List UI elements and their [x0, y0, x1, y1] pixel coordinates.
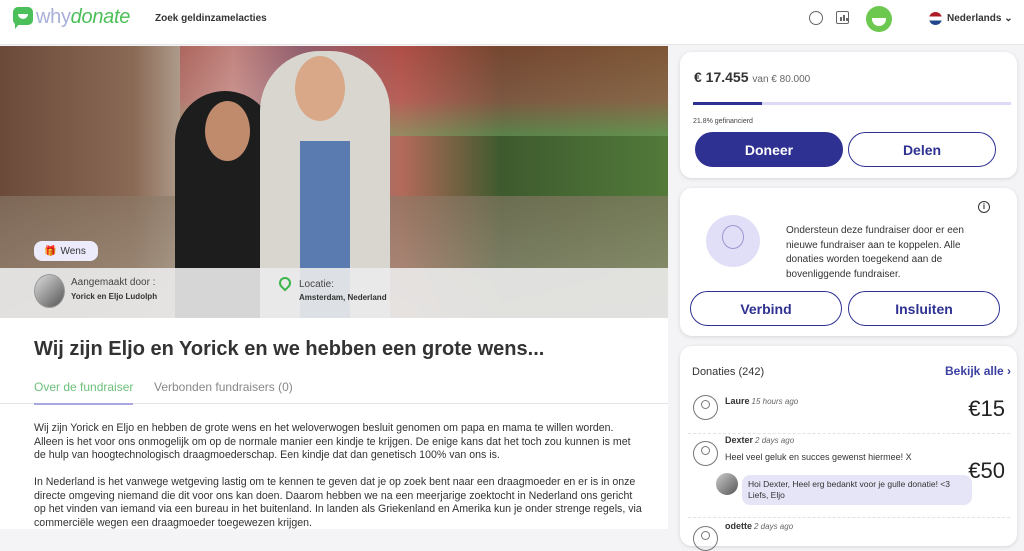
donor-name: Laure 15 hours ago: [725, 396, 799, 406]
flag-nl-icon[interactable]: [929, 12, 942, 25]
donor-name: odette 2 days ago: [725, 521, 794, 531]
amount-raised: € 17.455 van € 80.000: [694, 69, 810, 85]
fundraiser-main: 🎁 Wens Aangemaakt door : Yorick en Eljo L…: [0, 46, 668, 529]
avatar[interactable]: [866, 6, 892, 32]
category-tag: 🎁 Wens: [34, 241, 98, 261]
connect-button[interactable]: Verbind: [690, 291, 842, 326]
donor-name: Dexter 2 days ago: [725, 435, 795, 445]
connect-card: i Ondersteun deze fundraiser door er een…: [680, 188, 1017, 336]
progress-bar: [693, 102, 1011, 105]
raised-value: € 17.455: [694, 69, 749, 85]
connect-description: Ondersteun deze fundraiser door er een n…: [786, 225, 964, 280]
logo-text-why: why: [36, 6, 71, 28]
tabs: Over de fundraiser Verbonden fundraisers…: [0, 376, 668, 405]
location-value: Amsterdam, Nederland: [299, 293, 387, 302]
logo-text-donate: donate: [70, 6, 131, 28]
fundraiser-description: Wij zijn Yorick en Eljo en hebben de gro…: [34, 422, 644, 544]
share-button[interactable]: Delen: [848, 132, 996, 167]
embed-button[interactable]: Insluiten: [848, 291, 1000, 326]
top-nav: whydonate Zoek geldinzamelacties Nederla…: [0, 0, 1024, 45]
chart-icon[interactable]: [836, 11, 849, 24]
description-paragraph: Wij zijn Yorick en Eljo en hebben de gro…: [34, 422, 631, 461]
donor-avatar-icon: [693, 526, 718, 551]
creator-name: Yorick en Eljo Ludolph: [71, 292, 158, 301]
goal-value: van € 80.000: [752, 74, 811, 85]
donor-avatar-icon: [693, 441, 718, 466]
language-label: Nederlands: [947, 13, 1002, 24]
chevron-down-icon: ⌄: [1004, 13, 1013, 24]
creator-reply: Hoi Dexter, Heel erg bedankt voor je gul…: [742, 475, 972, 505]
tab-about[interactable]: Over de fundraiser: [34, 380, 134, 405]
progress-card: € 17.455 van € 80.000 21.8% gefinancierd…: [680, 52, 1017, 178]
info-icon[interactable]: i: [978, 201, 990, 213]
donation-message: Heel veel geluk en succes gewenst hierme…: [725, 452, 912, 462]
language-selector[interactable]: Nederlands ⌄: [947, 13, 1013, 24]
fundraiser-meta: Aangemaakt door : Yorick en Eljo Ludolph…: [0, 268, 668, 318]
location-pin-icon: [276, 274, 294, 292]
search-fundraisers-link[interactable]: Zoek geldinzamelacties: [155, 13, 267, 24]
gift-icon: 🎁: [44, 245, 57, 257]
description-paragraph: In Nederland is het vanwege wetgeving la…: [34, 476, 642, 529]
logo-icon: [13, 6, 33, 29]
page-title: Wij zijn Eljo en Yorick en we hebben een…: [34, 338, 545, 360]
donation-time: 15 hours ago: [751, 397, 799, 406]
tab-connected[interactable]: Verbonden fundraisers (0): [154, 380, 293, 394]
creator-avatar: [34, 274, 65, 308]
donor-avatar-icon: [693, 395, 718, 420]
donate-button[interactable]: Doneer: [695, 132, 843, 167]
donation-amount: €15: [968, 396, 1005, 421]
lightbulb-icon: [706, 215, 760, 267]
donations-card: Donaties (242) Bekijk alle › Laure 15 hou…: [680, 346, 1017, 551]
creator-label: Aangemaakt door :: [71, 277, 156, 288]
location-label: Locatie:: [299, 279, 335, 290]
whydonate-logo[interactable]: whydonate: [13, 6, 130, 29]
percent-funded: 21.8% gefinancierd: [693, 118, 753, 125]
donation-time: 2 days ago: [754, 522, 794, 531]
see-all-link[interactable]: Bekijk alle ›: [945, 364, 1011, 378]
donation-amount: €50: [968, 458, 1005, 483]
palette-icon[interactable]: [809, 11, 823, 25]
fundraiser-photo: 🎁 Wens Aangemaakt door : Yorick en Eljo L…: [0, 46, 668, 318]
donations-title: Donaties (242): [692, 366, 765, 378]
category-tag-label: Wens: [60, 245, 86, 257]
donation-time: 2 days ago: [755, 436, 795, 445]
creator-reply-avatar: [716, 473, 738, 495]
